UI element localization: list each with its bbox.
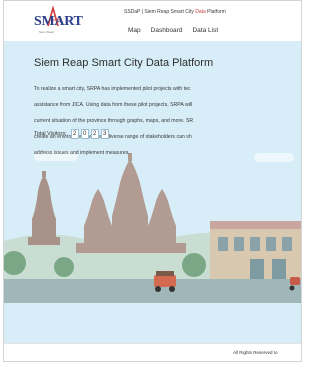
logo-subtext: Siem Reap bbox=[39, 30, 54, 34]
site-name-prefix: SSDaP | Siem Reap Smart City bbox=[124, 9, 196, 15]
intro-line: To realize a smart city, SRPA has implem… bbox=[34, 86, 191, 92]
site-footer: All Rights Reserved to bbox=[4, 343, 301, 361]
temple-left bbox=[28, 171, 60, 245]
intro-line: assistance from JICA. Using data from th… bbox=[34, 102, 193, 108]
site-header: SMART Siem Reap SSDaP | Siem Reap Smart … bbox=[4, 1, 301, 41]
browser-frame: SMART Siem Reap SSDaP | Siem Reap Smart … bbox=[3, 0, 302, 362]
copyright-text: All Rights Reserved to bbox=[233, 350, 278, 355]
visitor-digit: 2 bbox=[70, 129, 79, 139]
nav-data-list[interactable]: Data List bbox=[192, 27, 218, 34]
site-name: SSDaP | Siem Reap Smart City Data Platfo… bbox=[124, 9, 226, 15]
logo-text: SMART bbox=[34, 14, 83, 29]
site-name-accent: Data bbox=[195, 9, 206, 15]
temple-center bbox=[76, 153, 186, 253]
road bbox=[4, 279, 301, 303]
visitor-digit: 3 bbox=[100, 129, 109, 139]
hero-section: Siem Reap Smart City Data Platform To re… bbox=[4, 41, 301, 361]
nav-map[interactable]: Map bbox=[128, 27, 141, 34]
intro-text: To realize a smart city, SRPA has implem… bbox=[34, 77, 301, 165]
intro-line: address issues and implement measures. bbox=[34, 150, 130, 156]
visitors-label: Total Visitors: bbox=[34, 131, 67, 137]
visitor-digit: 0 bbox=[80, 129, 89, 139]
main-nav: Map Dashboard Data List bbox=[128, 27, 218, 34]
visitor-counter: Total Visitors: 2 0 2 3 bbox=[34, 129, 109, 139]
site-name-suffix: Platform bbox=[205, 9, 226, 15]
colonial-building bbox=[210, 221, 301, 289]
visitor-digit: 2 bbox=[90, 129, 99, 139]
nav-dashboard[interactable]: Dashboard bbox=[151, 27, 183, 34]
intro-line: current situation of the province throug… bbox=[34, 118, 194, 124]
page-title: Siem Reap Smart City Data Platform bbox=[34, 57, 214, 69]
smart-logo[interactable]: SMART Siem Reap bbox=[34, 6, 83, 36]
